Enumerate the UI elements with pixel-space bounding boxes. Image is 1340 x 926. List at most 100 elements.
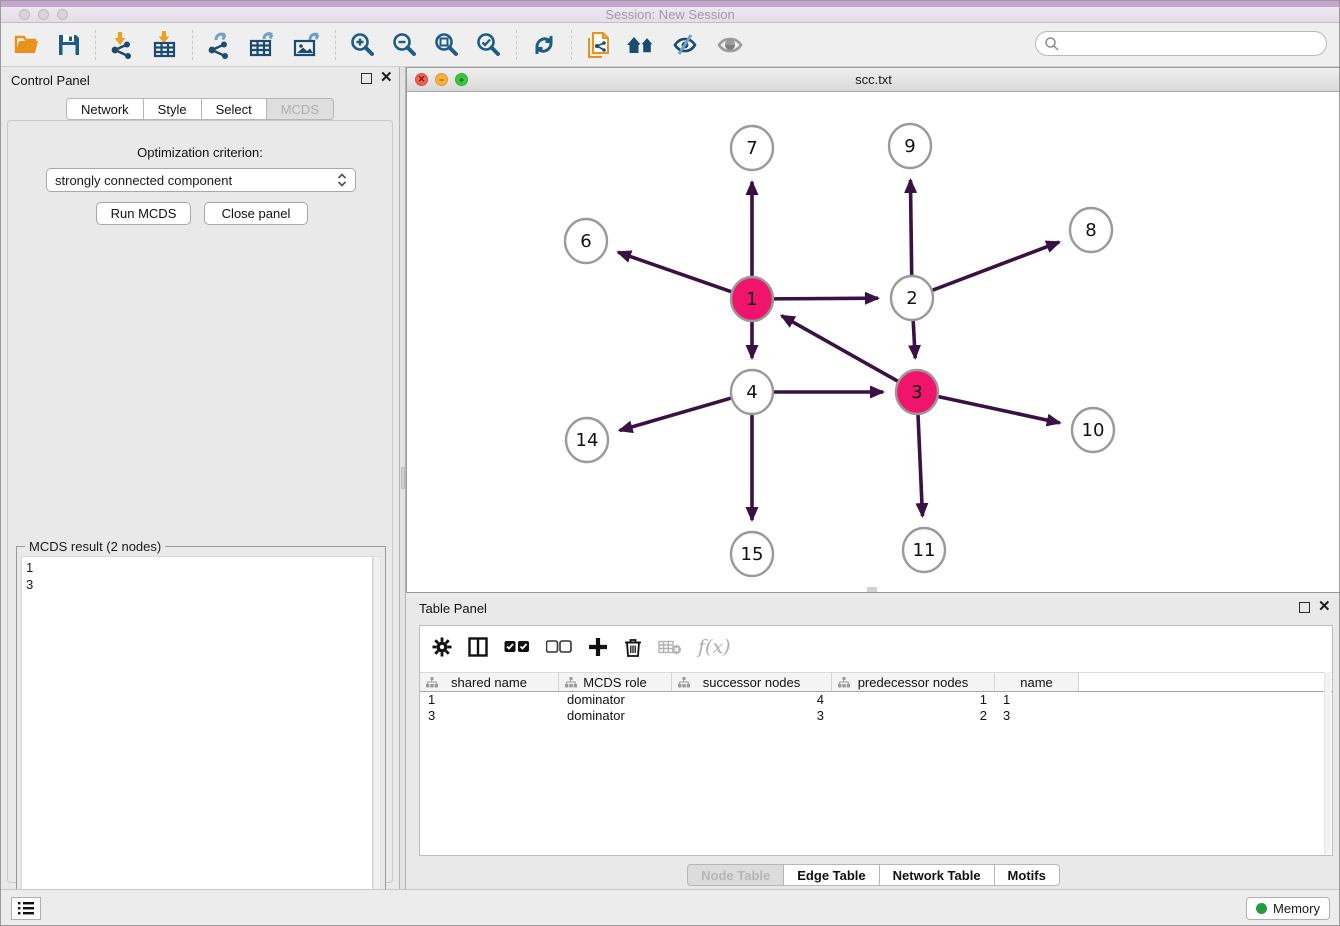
graph-edge-3-10[interactable] <box>936 396 1060 423</box>
graph-edge-3-11[interactable] <box>918 411 923 516</box>
graph-node-10[interactable]: 10 <box>1072 408 1114 452</box>
graph-node-3[interactable]: 3 <box>896 370 938 414</box>
table-cell[interactable]: 1 <box>832 692 995 708</box>
graph-node-7[interactable]: 7 <box>731 126 773 170</box>
table-cell[interactable]: 1 <box>995 692 1079 708</box>
search-box[interactable] <box>1035 31 1327 56</box>
tab-mcds[interactable]: MCDS <box>266 98 334 120</box>
graph-node-8[interactable]: 8 <box>1070 208 1112 252</box>
search-input[interactable] <box>1060 34 1326 54</box>
mcds-result-text[interactable]: 1 3 <box>21 556 373 919</box>
table-cell[interactable]: 3 <box>672 708 832 724</box>
hide-selected-icon[interactable] <box>664 28 708 62</box>
network-window-title: scc.txt <box>407 72 1340 87</box>
network-window-titlebar[interactable]: ✕ − + scc.txt <box>407 68 1340 92</box>
split-columns-icon[interactable] <box>468 637 488 657</box>
table-scrollbar[interactable] <box>1324 672 1331 854</box>
column-header-shared-name[interactable]: shared name <box>420 673 559 691</box>
tab-network[interactable]: Network <box>66 98 143 120</box>
table-cell[interactable]: 1 <box>420 692 559 708</box>
toolbar-separator <box>516 30 517 60</box>
session-title: Session: New Session <box>1 7 1339 22</box>
hierarchy-icon <box>565 677 577 688</box>
export-network-icon[interactable] <box>199 28 241 62</box>
import-network-icon[interactable] <box>102 28 144 62</box>
column-header-MCDS-role[interactable]: MCDS role <box>559 673 672 691</box>
zoom-out-icon[interactable] <box>384 28 426 62</box>
table-cell[interactable]: 3 <box>420 708 559 724</box>
apply-layout-icon[interactable] <box>523 28 565 62</box>
graph-node-9[interactable]: 9 <box>889 124 931 168</box>
network-canvas[interactable]: 7 9 6 8 1 2 4 3 14 10 15 11 <box>407 92 1340 592</box>
graph-node-6[interactable]: 6 <box>565 219 607 263</box>
mcds-result-title: MCDS result (2 nodes) <box>25 539 165 554</box>
toolbar-separator <box>192 30 193 60</box>
table-cell[interactable]: 3 <box>995 708 1079 724</box>
table-cell[interactable]: dominator <box>559 708 672 724</box>
graph-node-2[interactable]: 2 <box>891 276 933 320</box>
graph-edge-1-2[interactable] <box>771 298 878 299</box>
table-cell[interactable]: 4 <box>672 692 832 708</box>
settings-gear-icon[interactable] <box>432 637 452 657</box>
close-table-panel-icon[interactable]: ✕ <box>1318 601 1331 614</box>
result-scrollbar[interactable] <box>373 556 381 919</box>
tab-style[interactable]: Style <box>143 98 201 120</box>
delete-table-icon[interactable] <box>658 639 682 655</box>
close-panel-button[interactable]: Close panel <box>204 202 308 225</box>
delete-column-icon[interactable] <box>624 637 642 657</box>
graph-node-11[interactable]: 11 <box>903 528 945 572</box>
tab-motifs[interactable]: Motifs <box>994 864 1060 886</box>
graph-edge-1-6[interactable] <box>618 252 734 293</box>
table-panel-tabs: Node TableEdge TableNetwork TableMotifs <box>406 864 1340 886</box>
first-neighbors-icon[interactable] <box>618 28 664 62</box>
memory-button[interactable]: Memory <box>1246 897 1330 920</box>
tab-select[interactable]: Select <box>201 98 266 120</box>
graph-node-1[interactable]: 1 <box>731 277 773 321</box>
graph-edge-2-8[interactable] <box>930 242 1059 291</box>
zoom-fit-icon[interactable] <box>426 28 468 62</box>
export-image-icon[interactable] <box>285 28 329 62</box>
hierarchy-icon <box>426 677 438 688</box>
export-table-icon[interactable] <box>241 28 285 62</box>
table-cell[interactable]: dominator <box>559 692 672 708</box>
clone-network-icon[interactable] <box>578 28 618 62</box>
zoom-in-icon[interactable] <box>342 28 384 62</box>
float-panel-icon[interactable] <box>361 73 374 86</box>
table-row[interactable]: 3dominator323 <box>420 708 1332 724</box>
run-mcds-button[interactable]: Run MCDS <box>96 202 191 225</box>
graph-node-4[interactable]: 4 <box>731 370 773 414</box>
graph-edge-2-9[interactable] <box>910 180 911 279</box>
save-session-icon[interactable] <box>49 28 89 62</box>
import-table-icon[interactable] <box>144 28 186 62</box>
graph-edge-4-14[interactable] <box>620 397 734 430</box>
toolbar-separator <box>95 30 96 60</box>
graph-edge-2-3[interactable] <box>913 317 915 358</box>
canvas-scroll-thumb[interactable] <box>867 587 877 592</box>
graph-edge-3-1[interactable] <box>782 316 901 383</box>
criterion-select[interactable]: strongly connected component <box>46 168 356 192</box>
zoom-selected-icon[interactable] <box>468 28 510 62</box>
column-header-predecessor-nodes[interactable]: predecessor nodes <box>832 673 995 691</box>
table-cell[interactable]: 2 <box>832 708 995 724</box>
show-all-icon[interactable] <box>708 28 752 62</box>
column-header-successor-nodes[interactable]: successor nodes <box>672 673 832 691</box>
column-header-name[interactable]: name <box>995 673 1079 691</box>
select-all-checkboxes-icon[interactable] <box>504 640 530 654</box>
panel-divider[interactable] <box>399 67 406 889</box>
add-column-icon[interactable] <box>588 637 608 657</box>
application-window: Session: New Session <box>0 0 1340 926</box>
deselect-all-checkboxes-icon[interactable] <box>546 640 572 654</box>
divider-handle[interactable] <box>401 467 405 489</box>
tab-node-table[interactable]: Node Table <box>687 864 783 886</box>
table-row[interactable]: 1dominator411 <box>420 692 1332 708</box>
float-table-panel-icon[interactable] <box>1299 602 1312 615</box>
tab-network-table[interactable]: Network Table <box>879 864 994 886</box>
graph-node-14[interactable]: 14 <box>566 418 608 462</box>
close-panel-icon[interactable]: ✕ <box>380 72 393 85</box>
main-toolbar <box>1 23 1339 67</box>
open-session-icon[interactable] <box>7 28 49 62</box>
function-builder-icon[interactable]: f(x) <box>698 636 731 658</box>
task-history-button[interactable] <box>11 897 41 920</box>
graph-node-15[interactable]: 15 <box>731 532 773 576</box>
tab-edge-table[interactable]: Edge Table <box>783 864 878 886</box>
